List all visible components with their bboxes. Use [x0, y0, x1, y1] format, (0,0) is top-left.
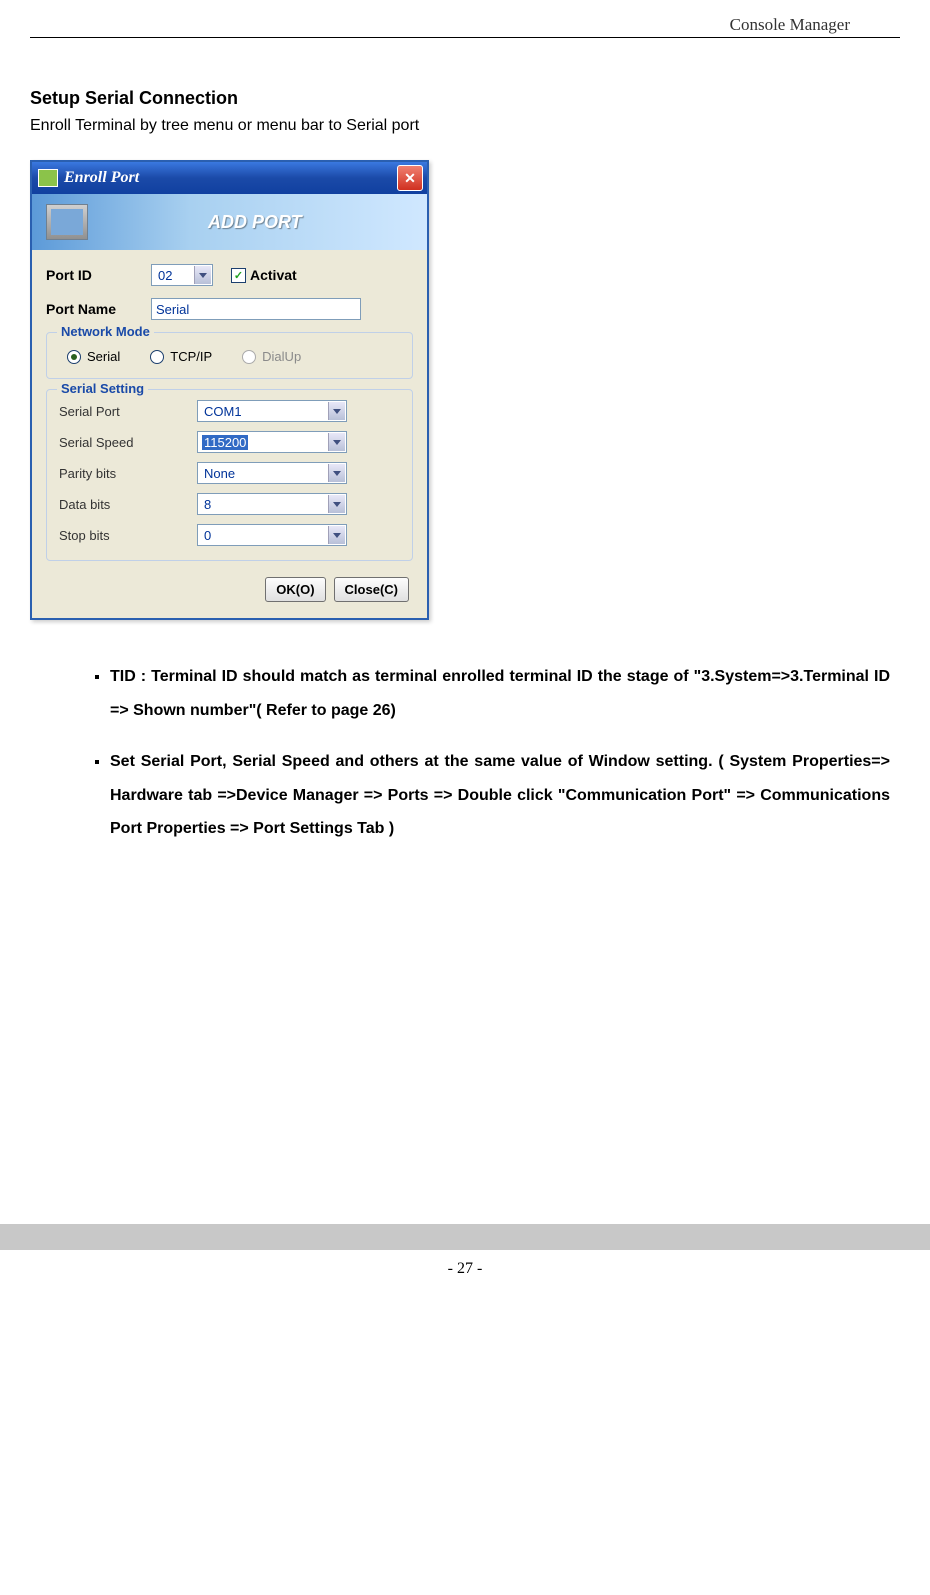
titlebar: Enroll Port ✕: [32, 162, 427, 194]
data-bits-select[interactable]: 8: [197, 493, 347, 515]
serial-port-value: COM1: [202, 404, 242, 419]
chevron-down-icon: [328, 433, 345, 451]
stop-bits-label: Stop bits: [59, 528, 189, 543]
serial-legend: Serial Setting: [57, 381, 148, 396]
parity-label: Parity bits: [59, 466, 189, 481]
serial-speed-select[interactable]: 115200: [197, 431, 347, 453]
close-button[interactable]: Close(C): [334, 577, 409, 602]
serial-speed-value: 115200: [202, 435, 248, 450]
section-desc: Enroll Terminal by tree menu or menu bar…: [30, 117, 900, 135]
radio-dialup-label: DialUp: [262, 349, 301, 364]
network-mode-group: Network Mode Serial TCP/IP DialUp: [46, 332, 413, 379]
portname-label: Port Name: [46, 301, 141, 317]
activat-checkbox[interactable]: ✓: [231, 268, 246, 283]
activat-label: Activat: [250, 267, 297, 283]
serial-setting-group: Serial Setting Serial Port COM1 Serial S…: [46, 389, 413, 561]
ok-button[interactable]: OK(O): [265, 577, 325, 602]
window-icon: [38, 169, 58, 187]
serial-port-label: Serial Port: [59, 404, 189, 419]
footer-bar: [0, 1224, 930, 1250]
portname-input[interactable]: [151, 298, 361, 320]
portid-value: 02: [156, 268, 172, 283]
radio-tcpip[interactable]: TCP/IP: [150, 349, 212, 364]
serial-speed-label: Serial Speed: [59, 435, 189, 450]
parity-select[interactable]: None: [197, 462, 347, 484]
stop-bits-select[interactable]: 0: [197, 524, 347, 546]
serial-port-select[interactable]: COM1: [197, 400, 347, 422]
note-serial-settings: Set Serial Port, Serial Speed and others…: [110, 745, 890, 846]
radio-dialup: DialUp: [242, 349, 301, 364]
portid-select[interactable]: 02: [151, 264, 213, 286]
portid-label: Port ID: [46, 267, 141, 283]
radio-serial[interactable]: Serial: [67, 349, 120, 364]
window-title: Enroll Port: [64, 169, 139, 187]
banner: ADD PORT: [32, 194, 427, 250]
note-tid: TID : Terminal ID should match as termin…: [110, 660, 890, 727]
header-title: Console Manager: [730, 15, 850, 34]
page-header: Console Manager: [30, 0, 900, 38]
stop-bits-value: 0: [202, 528, 211, 543]
radio-serial-label: Serial: [87, 349, 120, 364]
page-number: - 27 -: [0, 1250, 930, 1288]
notes-list: TID : Terminal ID should match as termin…: [70, 660, 890, 846]
data-bits-value: 8: [202, 497, 211, 512]
chevron-down-icon: [328, 526, 345, 544]
chevron-down-icon: [328, 495, 345, 513]
network-legend: Network Mode: [57, 324, 154, 339]
section-title: Setup Serial Connection: [30, 88, 900, 109]
radio-tcpip-label: TCP/IP: [170, 349, 212, 364]
banner-text: ADD PORT: [208, 212, 302, 233]
chevron-down-icon: [328, 402, 345, 420]
chevron-down-icon: [328, 464, 345, 482]
parity-value: None: [202, 466, 235, 481]
enroll-port-dialog: Enroll Port ✕ ADD PORT Port ID 02 ✓ Acti…: [30, 160, 429, 620]
close-icon[interactable]: ✕: [397, 165, 423, 191]
data-bits-label: Data bits: [59, 497, 189, 512]
monitor-icon: [46, 204, 88, 240]
chevron-down-icon: [194, 266, 211, 284]
